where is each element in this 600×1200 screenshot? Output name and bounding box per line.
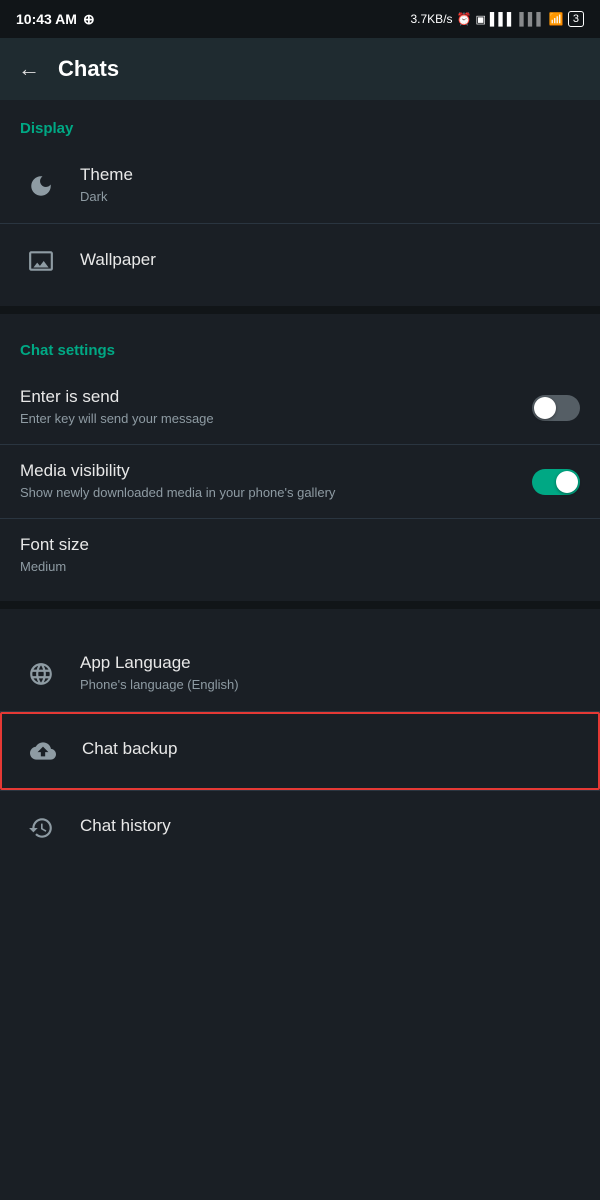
app-language-subtitle: Phone's language (English) bbox=[80, 676, 580, 694]
font-size-item[interactable]: Font size Medium bbox=[0, 519, 600, 592]
sim-icon: ▣ bbox=[475, 13, 485, 26]
enter-is-send-title: Enter is send bbox=[20, 387, 522, 407]
wallpaper-icon bbox=[20, 240, 62, 282]
enter-is-send-toggle[interactable] bbox=[532, 395, 580, 421]
media-visibility-toggle-thumb bbox=[556, 471, 578, 493]
back-button[interactable]: ← bbox=[18, 56, 40, 82]
media-visibility-title: Media visibility bbox=[20, 461, 522, 481]
chat-history-item[interactable]: Chat history bbox=[0, 791, 600, 865]
theme-subtitle: Dark bbox=[80, 188, 580, 206]
media-visibility-toggle[interactable] bbox=[532, 469, 580, 495]
chat-backup-item[interactable]: Chat backup bbox=[0, 712, 600, 790]
wallpaper-title: Wallpaper bbox=[80, 250, 580, 270]
chat-settings-section: Chat settings Enter is send Enter key wi… bbox=[0, 322, 600, 593]
chat-backup-icon bbox=[22, 730, 64, 772]
chat-backup-title: Chat backup bbox=[82, 739, 578, 759]
wallpaper-text: Wallpaper bbox=[80, 250, 580, 273]
other-section: App Language Phone's language (English) … bbox=[0, 617, 600, 865]
font-size-title: Font size bbox=[20, 535, 580, 555]
top-bar: ← Chats bbox=[0, 38, 600, 100]
app-language-text: App Language Phone's language (English) bbox=[80, 653, 580, 694]
chat-settings-label: Chat settings bbox=[0, 342, 600, 371]
chat-history-icon bbox=[20, 807, 62, 849]
media-visibility-subtitle: Show newly downloaded media in your phon… bbox=[20, 484, 522, 502]
chat-backup-text: Chat backup bbox=[82, 739, 578, 762]
theme-text: Theme Dark bbox=[80, 165, 580, 206]
enter-is-send-toggle-thumb bbox=[534, 397, 556, 419]
enter-is-send-item[interactable]: Enter is send Enter key will send your m… bbox=[0, 371, 600, 444]
media-visibility-toggle-container[interactable] bbox=[532, 469, 580, 495]
app-language-title: App Language bbox=[80, 653, 580, 673]
alarm-icon: ⏰ bbox=[457, 12, 472, 26]
chat-history-title: Chat history bbox=[80, 816, 580, 836]
media-visibility-text: Media visibility Show newly downloaded m… bbox=[20, 461, 522, 502]
section-divider-1 bbox=[0, 306, 600, 314]
status-bar-right: 3.7KB/s ⏰ ▣ ▌▌▌ ▌▌▌ 📶 3 bbox=[411, 11, 585, 27]
network-speed: 3.7KB/s bbox=[411, 12, 453, 26]
media-visibility-item[interactable]: Media visibility Show newly downloaded m… bbox=[0, 445, 600, 518]
section-divider-2 bbox=[0, 601, 600, 609]
enter-is-send-toggle-container[interactable] bbox=[532, 395, 580, 421]
theme-title: Theme bbox=[80, 165, 580, 185]
data-activity-icon: ⊕ bbox=[83, 11, 95, 28]
signal-bars-icon: ▌▌▌ bbox=[490, 12, 516, 26]
status-bar: 10:43 AM ⊕ 3.7KB/s ⏰ ▣ ▌▌▌ ▌▌▌ 📶 3 bbox=[0, 0, 600, 38]
theme-icon bbox=[20, 165, 62, 207]
wallpaper-item[interactable]: Wallpaper bbox=[0, 224, 600, 298]
app-language-item[interactable]: App Language Phone's language (English) bbox=[0, 637, 600, 711]
font-size-subtitle: Medium bbox=[20, 558, 580, 576]
theme-item[interactable]: Theme Dark bbox=[0, 149, 600, 223]
enter-is-send-text: Enter is send Enter key will send your m… bbox=[20, 387, 522, 428]
wifi-icon: 📶 bbox=[549, 12, 564, 26]
status-bar-left: 10:43 AM ⊕ bbox=[16, 11, 95, 28]
battery-icon: 3 bbox=[568, 11, 584, 27]
signal-bars2-icon: ▌▌▌ bbox=[519, 12, 545, 26]
display-section-label: Display bbox=[0, 120, 600, 149]
app-language-icon bbox=[20, 653, 62, 695]
enter-is-send-subtitle: Enter key will send your message bbox=[20, 410, 522, 428]
time-display: 10:43 AM bbox=[16, 11, 77, 27]
settings-content: Display Theme Dark Wallpaper bbox=[0, 100, 600, 865]
chat-history-text: Chat history bbox=[80, 816, 580, 839]
page-title: Chats bbox=[58, 56, 119, 82]
display-section: Display Theme Dark Wallpaper bbox=[0, 100, 600, 298]
font-size-text: Font size Medium bbox=[20, 535, 580, 576]
